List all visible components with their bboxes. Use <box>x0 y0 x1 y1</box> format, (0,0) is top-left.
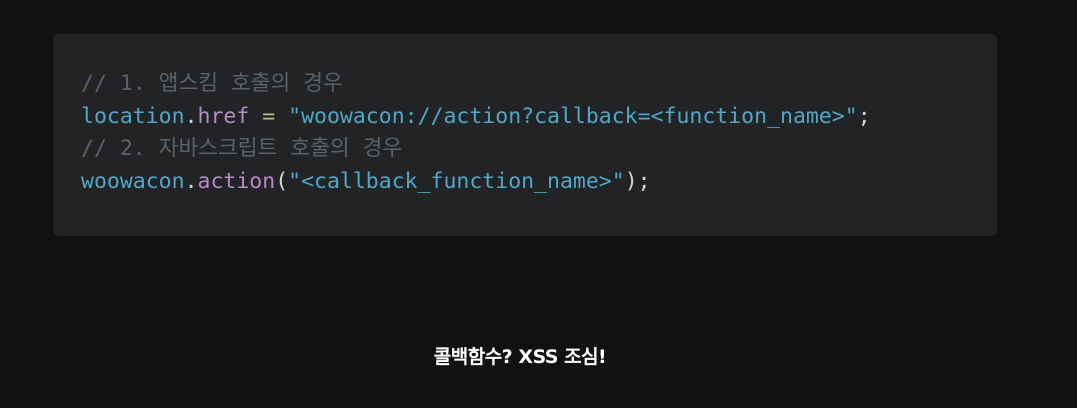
code-string: "<callback_function_name>" <box>288 168 625 194</box>
code-close-paren: ); <box>624 168 651 194</box>
code-open-paren: ( <box>275 168 289 194</box>
code-dot: . <box>184 168 198 194</box>
code-dot: . <box>184 103 198 129</box>
code-semicolon: ; <box>857 103 871 129</box>
page: // 1. 앱스킴 호출의 경우 location.href = "woowac… <box>0 0 1077 408</box>
figure-caption: 콜백함수? XSS 조심! <box>433 346 607 368</box>
code-operator: = <box>249 103 289 129</box>
code-line-comment-javascript: // 2. 자바스크립트 호출의 경우 <box>81 133 997 166</box>
code-object: woowacon <box>81 168 185 194</box>
code-property: href <box>197 103 250 129</box>
code-method: action <box>197 168 276 194</box>
code-string: "woowacon://action?callback=<function_na… <box>288 103 858 129</box>
code-comment: // 2. 자바스크립트 호출의 경우 <box>81 136 403 161</box>
code-comment: // 1. 앱스킴 호출의 경우 <box>81 71 343 96</box>
code-line-comment-appscheme: // 1. 앱스킴 호출의 경우 <box>81 68 997 101</box>
code-object: location <box>81 103 185 129</box>
code-line-location-href: location.href = "woowacon://action?callb… <box>81 101 997 134</box>
code-block: // 1. 앱스킴 호출의 경우 location.href = "woowac… <box>53 34 997 236</box>
code-line-action-call: woowacon.action("<callback_function_name… <box>81 166 997 199</box>
